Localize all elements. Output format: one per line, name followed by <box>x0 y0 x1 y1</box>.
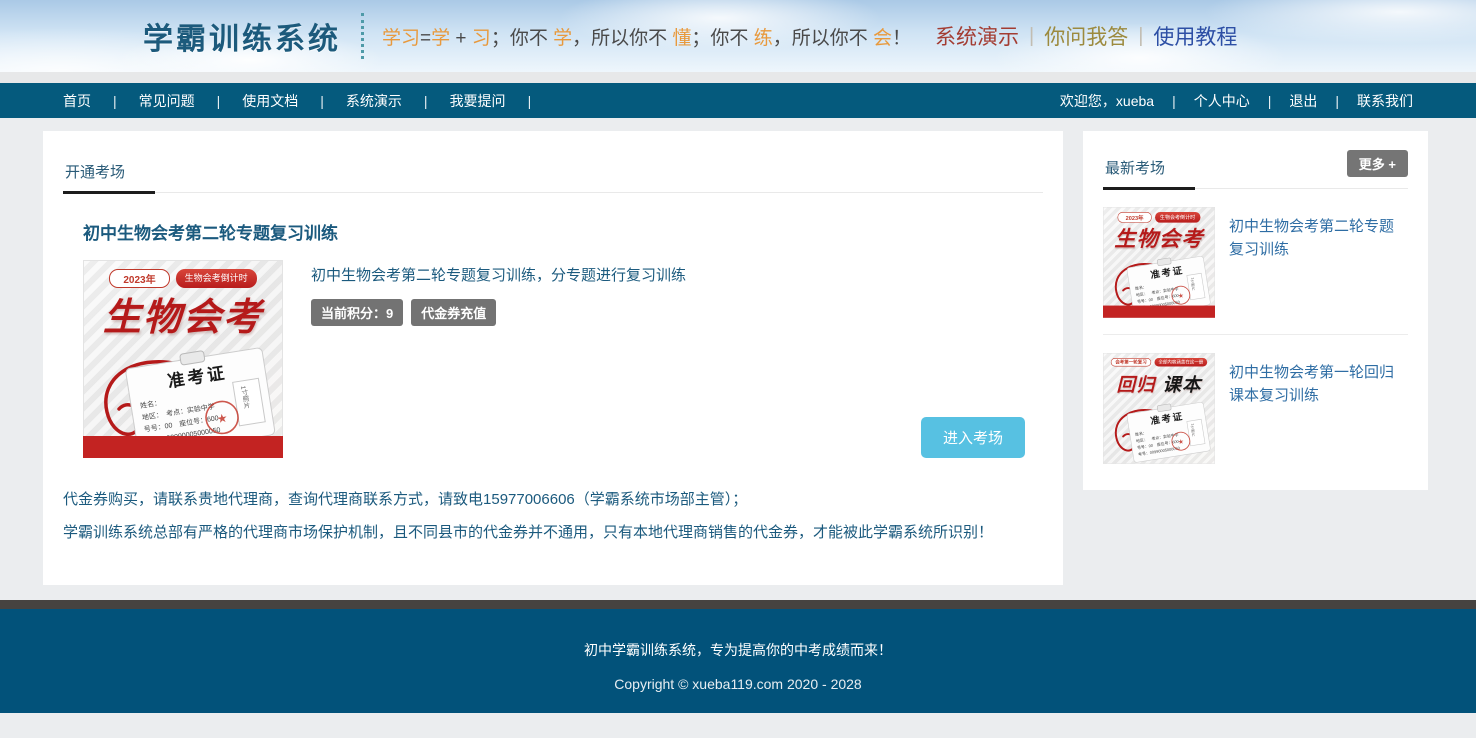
list-item[interactable]: 2023年 生物会考倒计时 生物会考 准考证 姓名： 地区： 考点：实验 <box>1103 189 1408 335</box>
site-slogan: 学习=学 + 习；你不 学，所以你不 懂；你不 练，所以你不 会！ <box>382 23 911 50</box>
page-content: 开通考场 初中生物会考第二轮专题复习训练 2023年 生物会考倒计时 生物会考 <box>0 118 1476 600</box>
open-exam-panel: 开通考场 初中生物会考第二轮专题复习训练 2023年 生物会考倒计时 生物会考 <box>43 131 1063 585</box>
nav-separator: | <box>1335 93 1339 109</box>
header-link-separator: | <box>1138 25 1143 48</box>
slogan-part: ！ <box>892 28 911 49</box>
nav-item-profile[interactable]: 个人中心 <box>1194 91 1250 111</box>
footer-top-bar <box>0 600 1476 609</box>
main-navbar: 首页 | 常见问题 | 使用文档 | 系统演示 | 我要提问 | 欢迎您，xue… <box>0 83 1476 118</box>
nav-item-logout[interactable]: 退出 <box>1289 91 1317 111</box>
list-item-thumbnail: 2023年 生物会考倒计时 生物会考 准考证 姓名： 地区： 考点：实验 <box>1103 207 1215 318</box>
nav-separator: | <box>528 93 532 109</box>
footer-copyright: Copyright © xueba119.com 2020 - 2028 <box>0 676 1476 692</box>
thumb-bottom-bar <box>1103 306 1215 318</box>
slogan-part: ；你不 <box>691 28 753 49</box>
current-points-badge: 当前积分：9 <box>311 299 403 326</box>
admission-card-art: 准考证 姓名： 地区： 考点：实验中学 号号：00 座位号：600 考号：009… <box>83 260 283 458</box>
slogan-part: 学 <box>553 28 572 49</box>
latest-exams-title: 最新考场 <box>1103 145 1195 190</box>
logo-divider <box>361 13 364 59</box>
note-line: 学霸训练系统总部有严格的代理商市场保护机制，且不同县市的代金券并不通用，只有本地… <box>63 521 1043 544</box>
slogan-part: 会 <box>873 28 892 49</box>
header-link-demo[interactable]: 系统演示 <box>935 21 1019 51</box>
course-block: 初中生物会考第二轮专题复习训练 2023年 生物会考倒计时 生物会考 <box>83 219 1043 458</box>
nav-separator: | <box>1172 93 1176 109</box>
course-title[interactable]: 初中生物会考第二轮专题复习训练 <box>83 219 1043 244</box>
slogan-part: 懂 <box>672 28 691 49</box>
slogan-part: ，所以你不 <box>773 28 873 49</box>
footer-tagline: 初中学霸训练系统，专为提高你的中考成绩而来！ <box>0 609 1476 660</box>
slogan-part: ，所以你不 <box>572 28 672 49</box>
nav-item-docs[interactable]: 使用文档 <box>242 91 298 111</box>
latest-exams-panel: 最新考场 更多 + 2023年 生物会考倒计时 生物会考 <box>1083 131 1428 490</box>
tab-open-exam[interactable]: 开通考场 <box>63 149 155 194</box>
admission-card-art: 准考证 姓名： 地区： 考点：实验中学 号号：00 座位号：600 考号：009… <box>1103 353 1215 464</box>
nav-item-faq[interactable]: 常见问题 <box>139 91 195 111</box>
list-item[interactable]: 会考第一轮复习 全部内容涵盖在这一册 回归课本 准考证 姓名： 地区： <box>1103 335 1408 480</box>
nav-separator: | <box>217 93 221 109</box>
header-gap <box>0 72 1476 83</box>
voucher-recharge-button[interactable]: 代金券充值 <box>411 299 496 326</box>
course-description: 初中生物会考第二轮专题复习训练，分专题进行复习训练 <box>311 264 686 285</box>
header-link-tutorial[interactable]: 使用教程 <box>1153 21 1237 51</box>
nav-separator: | <box>1268 93 1272 109</box>
site-footer: 初中学霸训练系统，专为提高你的中考成绩而来！ Copyright © xueba… <box>0 609 1476 713</box>
nav-right: 欢迎您，xueba | 个人中心 | 退出 | 联系我们 <box>1060 91 1413 111</box>
admission-card-art: 准考证 姓名： 地区： 考点：实验中学 号号：00 座位号：600 考号：009… <box>1103 207 1215 318</box>
slogan-part: 学 <box>431 28 450 49</box>
nav-separator: | <box>113 93 117 109</box>
slogan-part: ；你不 <box>491 28 553 49</box>
list-item-title[interactable]: 初中生物会考第二轮专题复习训练 <box>1229 207 1408 318</box>
site-header: 学霸训练系统 学习=学 + 习；你不 学，所以你不 懂；你不 练，所以你不 会！… <box>0 0 1476 72</box>
nav-item-demo[interactable]: 系统演示 <box>346 91 402 111</box>
nav-welcome-user: 欢迎您，xueba <box>1060 91 1154 111</box>
thumb-bottom-bar <box>83 436 283 458</box>
more-button[interactable]: 更多 + <box>1347 150 1408 177</box>
enter-exam-button[interactable]: 进入考场 <box>921 417 1025 458</box>
header-link-qa[interactable]: 你问我答 <box>1044 21 1128 51</box>
slogan-part: 学习 <box>382 28 420 49</box>
voucher-notes: 代金券购买，请联系贵地代理商，查询代理商联系方式，请致电15977006606（… <box>63 488 1043 545</box>
slogan-part: + <box>450 28 472 49</box>
note-line: 代金券购买，请联系贵地代理商，查询代理商联系方式，请致电15977006606（… <box>63 488 1043 511</box>
stamp-star-icon: ★ <box>1177 292 1184 301</box>
list-item-title[interactable]: 初中生物会考第一轮回归课本复习训练 <box>1229 353 1408 464</box>
nav-item-contact[interactable]: 联系我们 <box>1357 91 1413 111</box>
nav-left: 首页 | 常见问题 | 使用文档 | 系统演示 | 我要提问 | <box>63 91 553 111</box>
slogan-part: = <box>420 28 431 49</box>
slogan-part: 习 <box>472 28 491 49</box>
slogan-part: 练 <box>754 28 773 49</box>
stamp-star-icon: ★ <box>216 411 229 427</box>
course-thumbnail[interactable]: 2023年 生物会考倒计时 生物会考 准考证 姓名： <box>83 260 283 458</box>
nav-item-home[interactable]: 首页 <box>63 91 91 111</box>
header-link-separator: | <box>1029 25 1034 48</box>
site-logo: 学霸训练系统 <box>143 14 341 58</box>
nav-separator: | <box>424 93 428 109</box>
nav-item-ask[interactable]: 我要提问 <box>450 91 506 111</box>
stamp-star-icon: ★ <box>1177 438 1184 447</box>
header-links: 系统演示 | 你问我答 | 使用教程 <box>935 21 1237 51</box>
list-item-thumbnail: 会考第一轮复习 全部内容涵盖在这一册 回归课本 准考证 姓名： 地区： <box>1103 353 1215 464</box>
nav-separator: | <box>320 93 324 109</box>
